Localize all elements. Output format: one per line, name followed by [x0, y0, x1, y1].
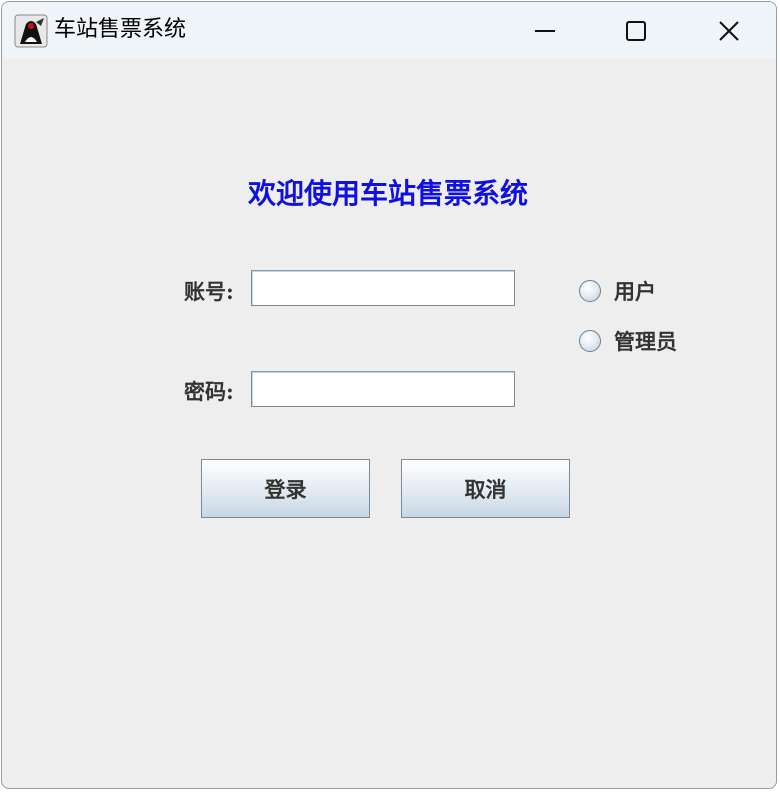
password-label: 密码:: [184, 379, 234, 404]
maximize-icon: [626, 20, 646, 41]
role-radio-user[interactable]: 用户: [579, 276, 656, 306]
minimize-button[interactable]: [499, 2, 591, 59]
radio-button-user[interactable]: [579, 280, 601, 302]
close-icon: [719, 20, 739, 41]
cancel-button[interactable]: 取消: [401, 459, 570, 518]
radio-button-admin[interactable]: [579, 330, 601, 352]
close-button[interactable]: [683, 2, 775, 59]
login-button[interactable]: 登录: [201, 459, 370, 518]
role-label-user: 用户: [614, 279, 656, 304]
password-field[interactable]: [251, 371, 515, 407]
title-bar[interactable]: 车站售票系统: [2, 2, 776, 59]
java-duke-icon: [14, 14, 48, 48]
role-label-admin: 管理员: [614, 329, 677, 354]
window-title: 车站售票系统: [54, 17, 187, 42]
role-radio-admin[interactable]: 管理员: [579, 326, 677, 356]
maximize-button[interactable]: [590, 2, 682, 59]
welcome-text: 欢迎使用车站售票系统: [247, 177, 528, 210]
account-field[interactable]: [251, 270, 515, 306]
welcome-heading: 欢迎使用车站售票系统: [2, 172, 776, 212]
account-label: 账号:: [184, 279, 234, 304]
minimize-icon: [535, 29, 555, 32]
app-window: 车站售票系统 欢迎使用车站售票系统 账号: 密码: 用户 管理员 登录 取消: [1, 1, 777, 789]
